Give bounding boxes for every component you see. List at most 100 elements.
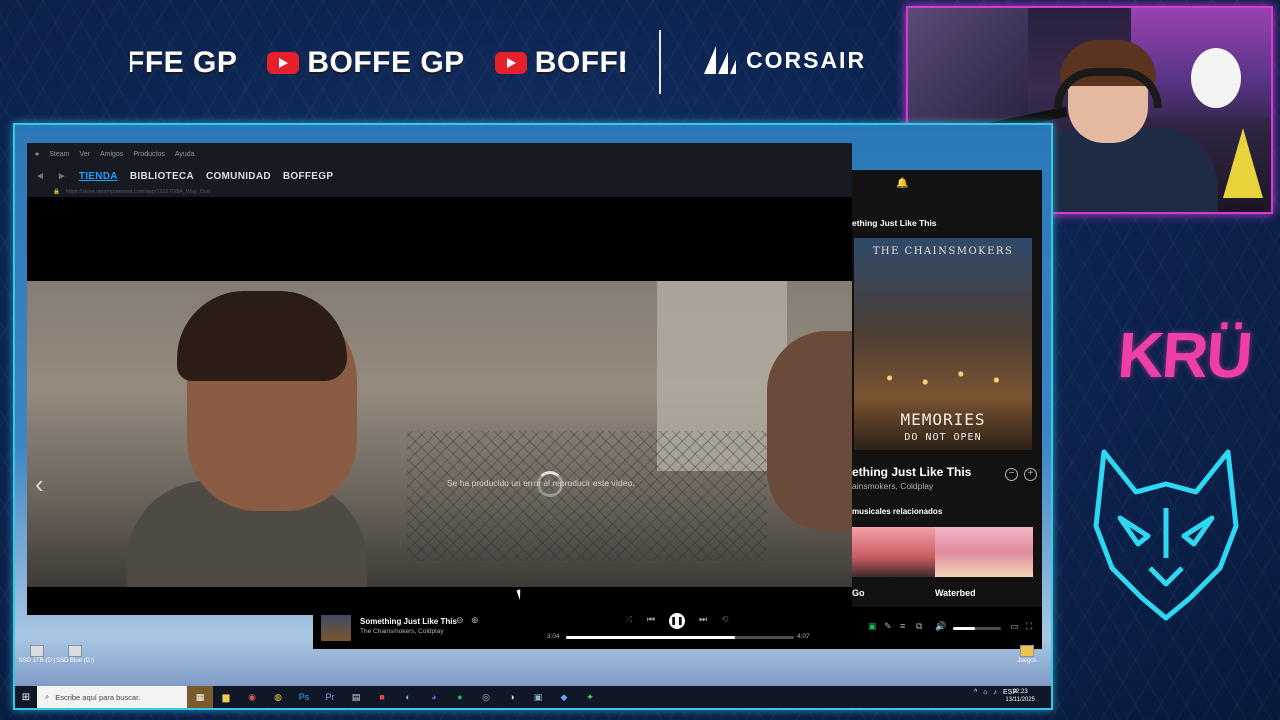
now-playing-view-icon[interactable]: ▣ bbox=[868, 621, 877, 632]
menu-productos[interactable]: Productos bbox=[133, 151, 165, 158]
corsair-logo: CORSAIR bbox=[702, 44, 866, 76]
desktop-drive-icon[interactable]: SSD Blue (G:) bbox=[55, 645, 95, 664]
ghostface-mask bbox=[1191, 48, 1241, 108]
chevron-up-icon[interactable]: ^ bbox=[974, 689, 977, 696]
volume-fill bbox=[953, 627, 975, 630]
tab-comunidad[interactable]: COMUNIDAD bbox=[206, 171, 271, 182]
elapsed-time: 3:04 bbox=[547, 633, 560, 640]
photoshop-icon[interactable]: Ps bbox=[291, 686, 317, 708]
previous-arrow-icon[interactable]: ‹ bbox=[35, 469, 44, 500]
steam-url-bar: 🔒 https://store.steampowered.com/app/122… bbox=[27, 187, 852, 197]
tab-tienda[interactable]: TIENDA bbox=[79, 171, 118, 182]
spotify-now-playing-panel: 🔔 ething Just Like This THE CHAINSMOKERS… bbox=[852, 170, 1042, 615]
ticker-item: BOFFE GP bbox=[130, 46, 237, 80]
devices-icon[interactable]: ⧉ bbox=[916, 621, 922, 632]
progress-bar[interactable] bbox=[566, 636, 794, 639]
steam-logo-icon: ● bbox=[35, 150, 40, 158]
drive-icon bbox=[30, 645, 44, 657]
menu-amigos[interactable]: Amigos bbox=[100, 151, 123, 158]
folder-icon bbox=[1020, 645, 1034, 657]
add-icon[interactable]: ⊕ bbox=[471, 615, 479, 626]
pause-button[interactable]: ❚❚ bbox=[669, 613, 685, 629]
remove-icon[interactable]: ⊖ bbox=[456, 615, 464, 626]
youtube-icon bbox=[267, 52, 300, 74]
add-icon[interactable]: + bbox=[1024, 468, 1037, 481]
related-label[interactable]: Waterbed bbox=[935, 588, 976, 598]
volume-icon[interactable]: 🔊 bbox=[935, 621, 946, 632]
speaker-icon[interactable]: ♪ bbox=[993, 689, 997, 696]
back-arrow-icon[interactable]: ◄ bbox=[35, 171, 45, 182]
album-cover: THE CHAINSMOKERS MEMORIES DO NOT OPEN bbox=[854, 238, 1032, 450]
menu-ver[interactable]: Ver bbox=[79, 151, 90, 158]
app-icon[interactable]: ◎ bbox=[473, 686, 499, 708]
premiere-icon[interactable]: Pr bbox=[317, 686, 343, 708]
desktop-drive-icon[interactable]: SSD 1TB (D:) bbox=[17, 645, 57, 664]
youtube-ticker: BOFFE GP BOFFE GP BOFFE F bbox=[130, 40, 625, 84]
miniplayer-icon[interactable]: ▭ bbox=[1010, 621, 1019, 632]
song-artists[interactable]: ainsmokers, Coldplay bbox=[852, 481, 933, 491]
taskbar-search[interactable]: ⌕ Escribe aquí para buscar. bbox=[37, 686, 187, 708]
fairy-lights bbox=[854, 358, 1032, 398]
total-time: 4:07 bbox=[797, 633, 810, 640]
steam-nav: ◄ ► TIENDA BIBLIOTECA COMUNIDAD BOFFEGP bbox=[27, 165, 852, 187]
windows-start-icon[interactable]: ⊞ bbox=[15, 686, 37, 708]
steam-window: ● Steam Ver Amigos Productos Ayuda ◄ ► T… bbox=[27, 143, 852, 615]
screen-capture: ● Steam Ver Amigos Productos Ayuda ◄ ► T… bbox=[13, 123, 1053, 710]
search-placeholder: Escribe aquí para buscar. bbox=[55, 692, 141, 702]
progress-fill bbox=[566, 636, 735, 639]
trailer-video[interactable]: Se ha producido un error al reproducir e… bbox=[27, 281, 852, 587]
bell-icon[interactable]: 🔔 bbox=[896, 178, 908, 189]
lock-icon: 🔒 bbox=[53, 189, 60, 195]
epic-games-icon[interactable]: ▤ bbox=[343, 686, 369, 708]
app-icon[interactable]: ◆ bbox=[551, 686, 577, 708]
remove-icon[interactable]: − bbox=[1005, 468, 1018, 481]
taskbar-clock[interactable]: 02:23 13/11/2025 bbox=[1005, 688, 1035, 704]
volume-slider[interactable] bbox=[953, 627, 1001, 630]
youtube-icon bbox=[494, 52, 527, 74]
network-icon[interactable]: ⌂ bbox=[983, 689, 987, 696]
corsair-sails-icon bbox=[704, 46, 736, 74]
ticker-item: BOFFE F bbox=[494, 46, 625, 80]
kru-logo: KRÜ bbox=[1115, 319, 1254, 391]
app-icon[interactable]: ◉ bbox=[239, 686, 265, 708]
lyrics-icon[interactable]: ✎ bbox=[884, 621, 892, 632]
file-explorer-icon[interactable]: ▆ bbox=[213, 686, 239, 708]
shuffle-icon[interactable]: ⤨ bbox=[625, 614, 632, 625]
app-icon[interactable]: ✦ bbox=[577, 686, 603, 708]
fence bbox=[407, 431, 767, 561]
repeat-icon[interactable]: ⟲ bbox=[721, 614, 729, 625]
app-icon[interactable]: ▣ bbox=[525, 686, 551, 708]
player-album-art[interactable] bbox=[321, 615, 351, 641]
menu-ayuda[interactable]: Ayuda bbox=[175, 151, 195, 158]
tab-profile[interactable]: BOFFEGP bbox=[283, 171, 333, 182]
video-error-message: Se ha producido un error al reproducir e… bbox=[447, 478, 635, 488]
spotify-icon[interactable]: ● bbox=[447, 686, 473, 708]
song-title[interactable]: ething Just Like This bbox=[852, 465, 971, 479]
steam-menu-bar: ● Steam Ver Amigos Productos Ayuda bbox=[27, 143, 852, 165]
player-artists[interactable]: The Chainsmokers, Coldplay bbox=[360, 628, 443, 635]
previous-track-icon[interactable]: ⏮ bbox=[647, 614, 655, 625]
queue-icon[interactable]: ≡ bbox=[900, 621, 905, 631]
player-song[interactable]: Something Just Like This bbox=[360, 617, 457, 626]
obs-icon[interactable]: ◑ bbox=[499, 686, 525, 708]
related-label[interactable]: Go bbox=[852, 588, 865, 598]
fullscreen-icon[interactable]: ⛶ bbox=[1026, 621, 1032, 632]
windows-taskbar: ⊞ ⌕ Escribe aquí para buscar. ▦ ▆ ◉ ◍ Ps… bbox=[15, 686, 1051, 708]
menu-steam[interactable]: Steam bbox=[49, 151, 69, 158]
forward-arrow-icon[interactable]: ► bbox=[57, 171, 67, 182]
app-icon[interactable]: ■ bbox=[369, 686, 395, 708]
spotify-player-bar: Something Just Like This The Chainsmoker… bbox=[313, 607, 1042, 649]
banner-divider bbox=[659, 30, 661, 94]
tab-biblioteca[interactable]: BIBLIOTECA bbox=[130, 171, 194, 182]
wolf-logo-icon bbox=[1093, 449, 1239, 621]
caution-sign bbox=[1223, 128, 1263, 198]
chrome-icon[interactable]: ◍ bbox=[265, 686, 291, 708]
next-track-icon[interactable]: ⏭ bbox=[699, 614, 707, 625]
desktop-games-icon[interactable]: Juegos bbox=[1007, 645, 1047, 664]
ticker-item: BOFFE GP bbox=[267, 46, 464, 80]
steam-icon[interactable]: ◐ bbox=[395, 686, 421, 708]
discord-icon[interactable]: ◕ bbox=[421, 686, 447, 708]
widget-icon[interactable]: ▦ bbox=[187, 686, 213, 708]
related-video-thumb[interactable] bbox=[935, 527, 1033, 577]
search-icon: ⌕ bbox=[45, 692, 50, 701]
